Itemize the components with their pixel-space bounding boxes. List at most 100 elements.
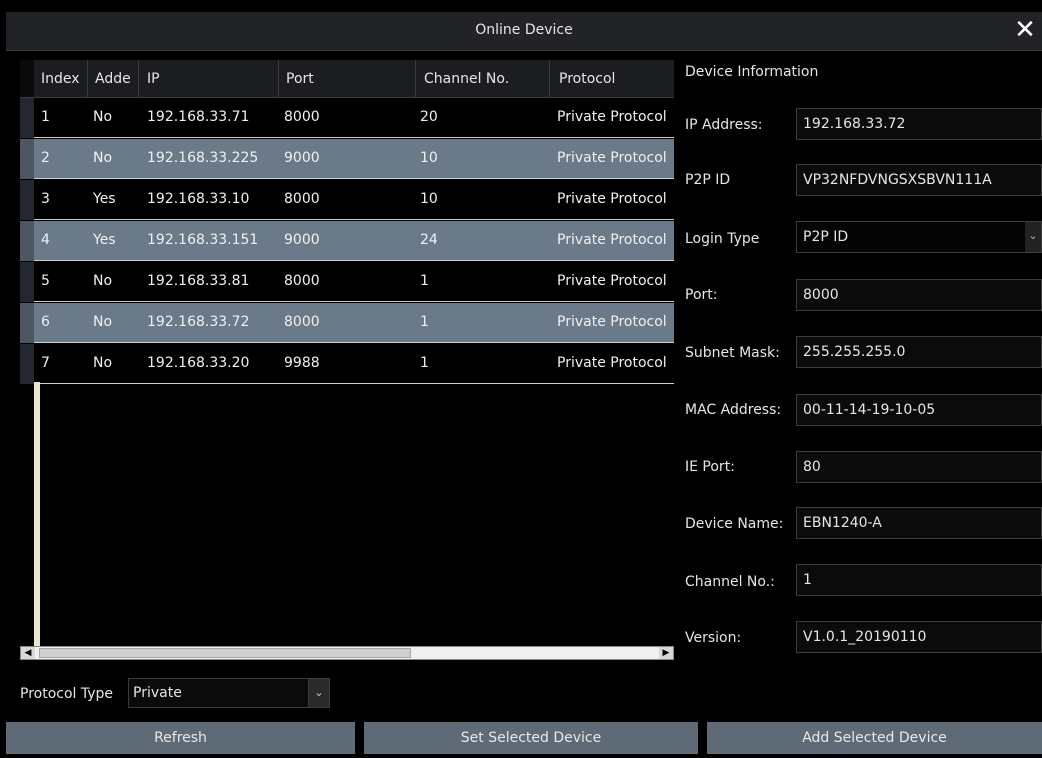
login-type-value: P2P ID	[803, 229, 849, 245]
header-gutter	[20, 60, 34, 97]
ip-address-field[interactable]: 192.168.33.72	[796, 108, 1042, 140]
cell-protocol: Private Protocol	[557, 191, 667, 207]
cell-channel: 24	[420, 232, 438, 248]
cell-index: 2	[41, 150, 50, 166]
column-header-added[interactable]: Adde	[95, 71, 131, 87]
table-row[interactable]: 4 Yes 192.168.33.151 9000 24 Private Pro…	[20, 221, 674, 261]
cell-ip: 192.168.33.225	[147, 150, 259, 166]
version-field[interactable]: V1.0.1_20190110	[796, 621, 1042, 653]
ip-address-label: IP Address:	[685, 117, 763, 133]
row-gutter	[20, 98, 34, 138]
column-header-protocol[interactable]: Protocol	[559, 71, 615, 87]
channel-no-field[interactable]: 1	[796, 564, 1042, 596]
row-gutter	[20, 139, 34, 179]
cell-channel: 10	[420, 191, 438, 207]
cell-ip: 192.168.33.20	[147, 355, 250, 371]
close-icon[interactable]: ✕	[1012, 17, 1038, 43]
title-bar: Online Device ✕	[6, 12, 1042, 51]
cell-added: No	[93, 109, 113, 125]
row-divider	[34, 342, 674, 343]
column-divider[interactable]	[87, 60, 88, 97]
set-selected-device-button[interactable]: Set Selected Device	[364, 722, 698, 754]
cell-added: No	[93, 150, 113, 166]
ie-port-field[interactable]: 80	[796, 451, 1042, 483]
device-table: Index Adde IP Port Channel No. Protocol …	[20, 60, 674, 660]
row-gutter	[20, 344, 34, 384]
cell-channel: 20	[420, 109, 438, 125]
mac-address-field[interactable]: 00-11-14-19-10-05	[796, 394, 1042, 426]
port-label: Port:	[685, 287, 718, 303]
horizontal-scrollbar[interactable]: ◀ ▶	[20, 646, 674, 660]
protocol-type-value: Private	[133, 685, 182, 701]
cell-port: 9000	[284, 232, 320, 248]
chevron-down-icon[interactable]: ⌄	[308, 679, 329, 707]
subnet-mask-label: Subnet Mask:	[685, 345, 780, 361]
row-divider	[34, 219, 674, 220]
table-row[interactable]: 5 No 192.168.33.81 8000 1 Private Protoc…	[20, 262, 674, 302]
channel-no-label: Channel No.:	[685, 574, 775, 590]
device-name-field[interactable]: EBN1240-A	[796, 507, 1042, 539]
cell-port: 9988	[284, 355, 320, 371]
login-type-select[interactable]: P2P ID ⌄	[796, 221, 1042, 253]
table-header: Index Adde IP Port Channel No. Protocol	[20, 60, 674, 98]
cell-index: 5	[41, 273, 50, 289]
row-header-strip	[34, 382, 40, 646]
cell-protocol: Private Protocol	[557, 232, 667, 248]
mac-address-label: MAC Address:	[685, 402, 782, 418]
port-field[interactable]: 8000	[796, 279, 1042, 311]
cell-index: 1	[41, 109, 50, 125]
subnet-mask-field[interactable]: 255.255.255.0	[796, 336, 1042, 368]
cell-ip: 192.168.33.81	[147, 273, 250, 289]
cell-ip: 192.168.33.151	[147, 232, 259, 248]
table-row[interactable]: 2 No 192.168.33.225 9000 10 Private Prot…	[20, 139, 674, 179]
row-divider	[34, 260, 674, 261]
cell-ip: 192.168.33.10	[147, 191, 250, 207]
table-row[interactable]: 6 No 192.168.33.72 8000 1 Private Protoc…	[20, 303, 674, 343]
protocol-type-select[interactable]: Private ⌄	[128, 678, 330, 708]
column-divider[interactable]	[278, 60, 279, 97]
row-divider	[34, 301, 674, 302]
cell-protocol: Private Protocol	[557, 109, 667, 125]
cell-ip: 192.168.33.72	[147, 314, 250, 330]
ie-port-label: IE Port:	[685, 459, 735, 475]
login-type-label: Login Type	[685, 231, 760, 247]
add-selected-device-button[interactable]: Add Selected Device	[707, 722, 1042, 754]
column-divider[interactable]	[138, 60, 139, 97]
cell-port: 8000	[284, 273, 320, 289]
row-gutter	[20, 221, 34, 261]
scroll-left-icon[interactable]: ◀	[21, 647, 35, 659]
column-header-ip[interactable]: IP	[147, 71, 160, 87]
column-header-port[interactable]: Port	[286, 71, 314, 87]
table-row[interactable]: 1 No 192.168.33.71 8000 20 Private Proto…	[20, 98, 674, 138]
cell-channel: 1	[420, 355, 429, 371]
row-divider	[34, 178, 674, 179]
row-gutter	[20, 180, 34, 220]
cell-port: 9000	[284, 150, 320, 166]
device-info-title: Device Information	[685, 64, 819, 80]
cell-port: 8000	[284, 314, 320, 330]
p2p-id-label: P2P ID	[685, 172, 731, 188]
cell-index: 4	[41, 232, 50, 248]
scrollbar-thumb[interactable]	[39, 648, 411, 658]
p2p-id-field[interactable]: VP32NFDVNGSXSBVN111A	[796, 164, 1042, 196]
chevron-down-icon[interactable]: ⌄	[1025, 222, 1041, 252]
cell-port: 8000	[284, 191, 320, 207]
cell-added: Yes	[93, 232, 116, 248]
dialog-title: Online Device	[475, 22, 573, 38]
column-header-channel[interactable]: Channel No.	[424, 71, 509, 87]
cell-protocol: Private Protocol	[557, 314, 667, 330]
row-divider	[34, 137, 674, 138]
column-divider[interactable]	[549, 60, 550, 97]
column-divider[interactable]	[415, 60, 416, 97]
cell-port: 8000	[284, 109, 320, 125]
cell-added: Yes	[93, 191, 116, 207]
table-row[interactable]: 7 No 192.168.33.20 9988 1 Private Protoc…	[20, 344, 674, 384]
table-row[interactable]: 3 Yes 192.168.33.10 8000 10 Private Prot…	[20, 180, 674, 220]
refresh-button[interactable]: Refresh	[6, 722, 355, 754]
online-device-dialog: Online Device ✕ Index Adde IP Port Chann…	[0, 0, 1042, 758]
cell-added: No	[93, 273, 113, 289]
column-header-index[interactable]: Index	[41, 71, 80, 87]
cell-index: 7	[41, 355, 50, 371]
scroll-right-icon[interactable]: ▶	[659, 647, 673, 659]
protocol-type-label: Protocol Type	[20, 686, 114, 702]
